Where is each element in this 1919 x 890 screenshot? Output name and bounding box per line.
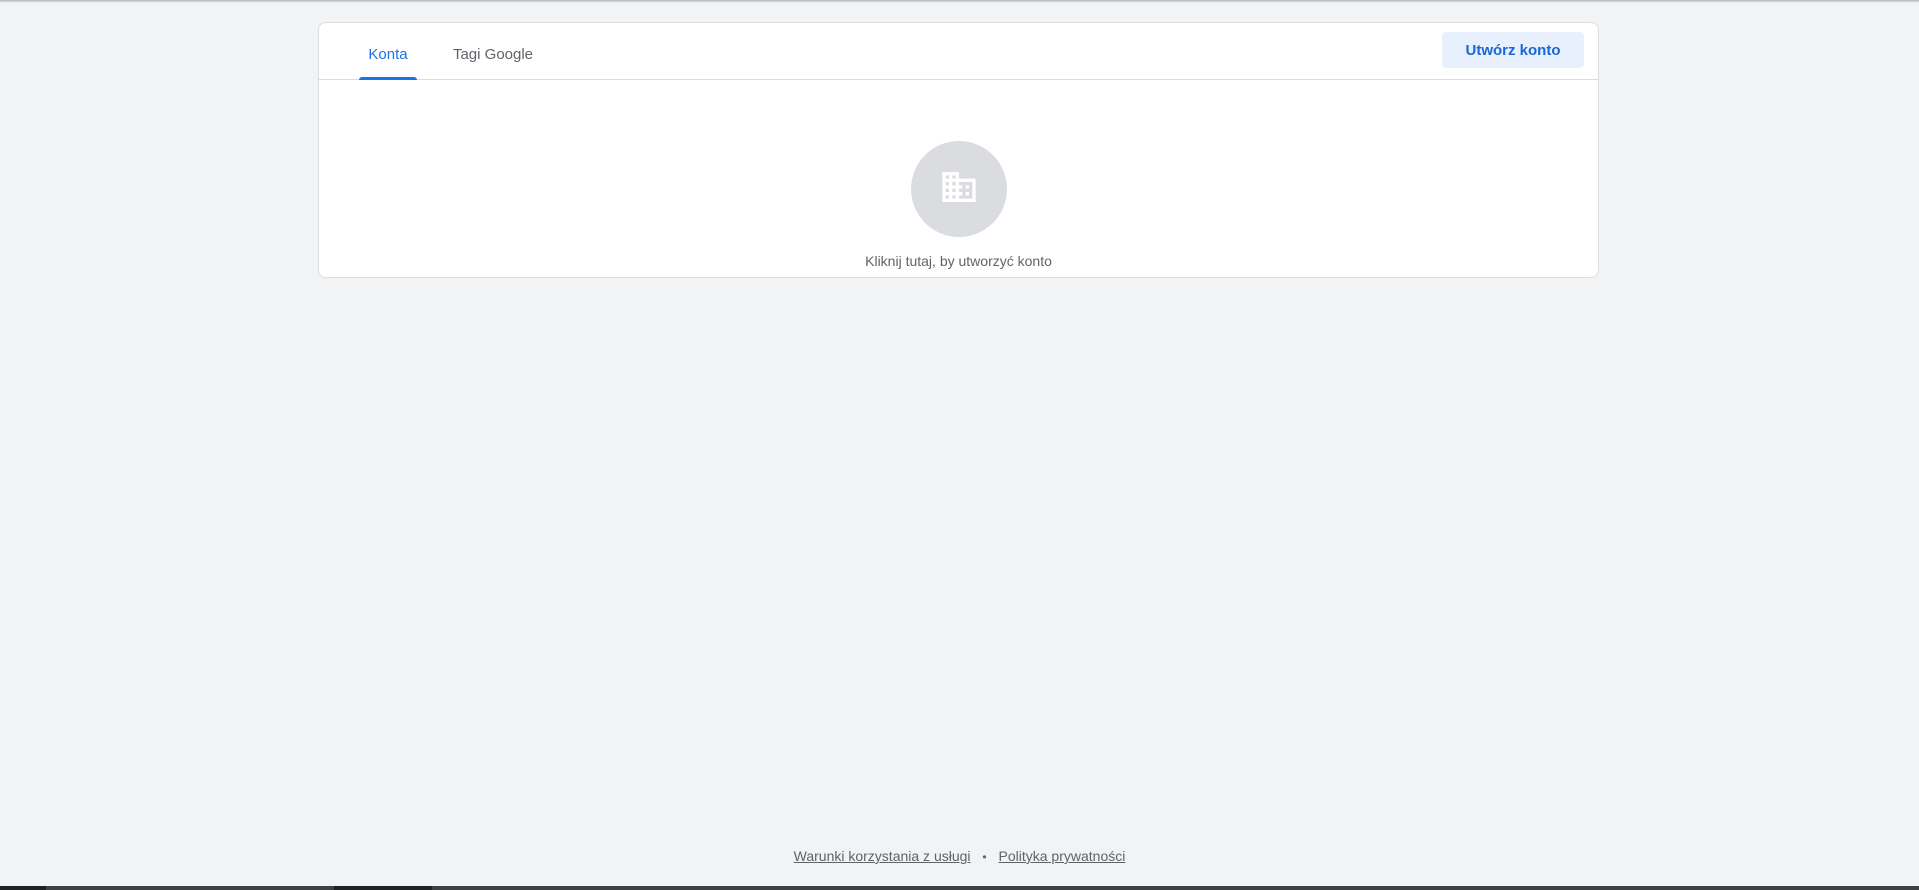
footer-separator: • — [982, 850, 987, 864]
taskbar-segment — [432, 886, 1919, 890]
bottom-taskbar-strip — [0, 886, 1919, 890]
terms-of-service-link[interactable]: Warunki korzystania z usługi — [794, 848, 971, 864]
taskbar-segment — [46, 886, 334, 890]
privacy-policy-link[interactable]: Polityka prywatności — [999, 848, 1126, 864]
tab-google-tags-label: Tagi Google — [452, 45, 534, 63]
top-shadow — [0, 0, 1919, 3]
empty-state-icon-circle — [911, 141, 1007, 237]
tab-accounts[interactable]: Konta — [359, 23, 417, 80]
empty-state-message: Kliknij tutaj, by utworzyć konto — [865, 253, 1052, 269]
footer: Warunki korzystania z usługi • Polityka … — [0, 848, 1919, 864]
accounts-card: Konta Tagi Google Utwórz konto Kliknij t… — [318, 22, 1599, 278]
card-header: Konta Tagi Google Utwórz konto — [319, 23, 1598, 80]
tab-accounts-label: Konta — [368, 45, 408, 63]
create-account-button[interactable]: Utwórz konto — [1442, 32, 1584, 68]
domain-building-icon — [939, 167, 979, 212]
tab-google-tags[interactable]: Tagi Google — [443, 23, 543, 79]
empty-state-create-account[interactable]: Kliknij tutaj, by utworzyć konto — [319, 80, 1598, 277]
